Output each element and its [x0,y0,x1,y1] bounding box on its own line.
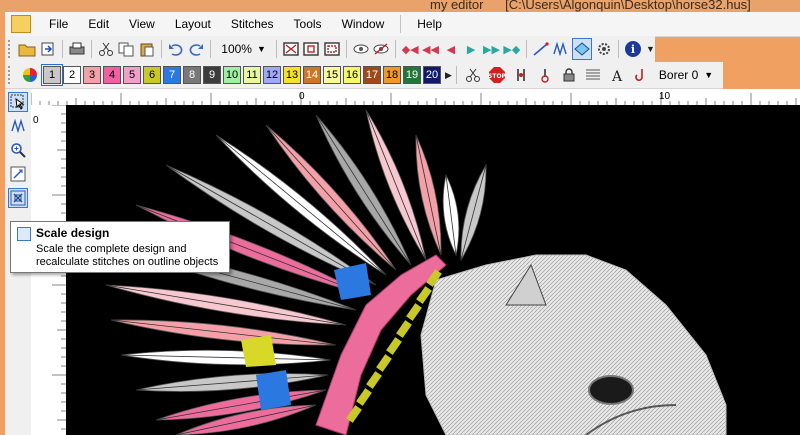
svg-text:STOP: STOP [488,73,506,80]
next-stitch-icon[interactable]: ▶ [462,38,480,60]
menu-tools[interactable]: Tools [284,12,332,36]
borer-dropdown[interactable]: Borer 0 ▼ [653,68,719,82]
color-swatch[interactable]: 4 [103,66,121,84]
prev-color-icon[interactable]: ◀◀ [421,38,439,60]
redo-icon[interactable] [187,38,205,60]
last-stitch-icon[interactable]: ▶◆ [503,38,521,60]
color-swatch[interactable]: 7 [163,66,181,84]
undo-icon[interactable] [167,38,185,60]
chevron-down-icon: ▼ [256,44,266,54]
color-swatch[interactable]: 18 [383,66,401,84]
svg-text:A: A [611,69,623,83]
color-swatch[interactable]: 14 [303,66,321,84]
color-palette: 1 2 3 4 5 6 7 8 9 10 11 12 13 14 15 16 17 18 19 20 [41,64,442,86]
app-icon[interactable] [11,15,31,33]
ruler-label: 0 [33,115,39,126]
menu-separator [400,15,402,33]
borer-value: Borer 0 [658,68,699,82]
color-swatch[interactable]: 16 [343,66,361,84]
toolbar-overflow-icon[interactable]: ▼ [646,44,655,54]
line-tool-icon[interactable] [532,38,550,60]
color-swatch[interactable]: 2 [63,66,81,84]
window-title-path: [C:\Users\Algonquin\Desktop\horse32.hus] [505,0,751,12]
ruler-label: 10 [659,91,671,102]
color-swatch[interactable]: 3 [83,66,101,84]
color-swatch[interactable]: 19 [403,66,421,84]
color-swatch[interactable]: 11 [243,66,261,84]
ruler-horizontal: 0 10 [31,89,800,106]
menu-stitches[interactable]: Stitches [221,12,284,36]
color-swatch[interactable]: 15 [323,66,341,84]
menu-file[interactable]: File [39,12,78,36]
toolbar-grip[interactable] [8,40,13,58]
scale-design-icon [17,227,31,241]
menu-window[interactable]: Window [332,12,395,36]
palette-overflow-icon[interactable]: ▶ [445,70,452,81]
chevron-down-icon: ▼ [704,70,714,80]
print-icon[interactable] [68,38,86,60]
prev-stitch-icon[interactable]: ◀ [442,38,460,60]
color-swatch[interactable]: 6 [143,66,161,84]
color-swatch[interactable]: 1 [41,64,63,86]
open-folder-icon[interactable] [18,38,36,60]
color-swatch[interactable]: 12 [263,66,281,84]
zoom-all-icon[interactable] [282,38,300,60]
color-swatch[interactable]: 8 [183,66,201,84]
show-icon[interactable] [352,38,370,60]
window-title: my editor [C:\Users\Algonquin\Desktop\ho… [430,0,769,12]
menu-view[interactable]: View [119,12,165,36]
hook-icon[interactable] [630,64,652,86]
window-titlebar: my editor [C:\Users\Algonquin\Desktop\ho… [0,0,800,12]
menu-edit[interactable]: Edit [78,12,119,36]
color-swatch[interactable]: 17 [363,66,381,84]
text-tool-icon[interactable]: A [606,64,628,86]
satin-icon[interactable] [582,64,604,86]
export-icon[interactable] [39,38,57,60]
zoom-hoop-icon[interactable] [322,38,340,60]
scale-design-icon[interactable] [8,188,28,208]
info-icon[interactable]: i [624,38,642,60]
scale-design-tooltip: Scale design Scale the complete design a… [10,221,230,273]
resize-tool-icon[interactable] [8,164,28,184]
stitch-edit-tool-icon[interactable] [8,116,28,136]
copy-icon[interactable] [117,38,135,60]
first-stitch-icon[interactable]: ◆◀ [401,38,419,60]
outline-view-icon[interactable] [572,38,593,60]
color-wheel-icon[interactable] [19,64,41,86]
color-swatch[interactable]: 10 [223,66,241,84]
next-color-icon[interactable]: ▶▶ [482,38,500,60]
zoom-tool-icon[interactable] [8,140,28,160]
tooltip-title: Scale design [36,226,110,240]
needle-tie-icon[interactable] [510,64,532,86]
menu-help[interactable]: Help [407,12,452,36]
hide-icon[interactable] [372,38,390,60]
paste-icon[interactable] [138,38,156,60]
color-swatch[interactable]: 9 [203,66,221,84]
svg-text:i: i [631,43,635,56]
cut-icon[interactable] [97,38,115,60]
main-toolbar: 100% ▼ ◆◀ ◀◀ ◀ ▶ ▶▶ ▶◆ i ▼ [5,36,655,63]
color-swatch[interactable]: 20 [423,66,441,84]
zoom-design-icon[interactable] [302,38,320,60]
lock-icon[interactable] [558,64,580,86]
scissors-icon[interactable] [462,64,484,86]
stitch-view-icon[interactable] [552,38,570,60]
ruler-label: 0 [299,91,305,102]
window-title-app: my editor [430,0,484,12]
color-toolbar: 1 2 3 4 5 6 7 8 9 10 11 12 13 14 15 16 17 18 19 20 ▶ STOP A… [5,62,723,89]
stop-icon[interactable]: STOP [486,64,508,86]
color-swatch[interactable]: 5 [123,66,141,84]
menu-layout[interactable]: Layout [165,12,221,36]
color-swatch[interactable]: 13 [283,66,301,84]
trim-icon[interactable] [534,64,556,86]
menubar: File Edit View Layout Stitches Tools Win… [5,12,800,37]
tooltip-description: Scale the complete design and recalculat… [36,243,219,268]
zoom-value: 100% [221,42,252,56]
settings-icon[interactable] [594,38,612,60]
select-tool-icon[interactable] [8,92,28,112]
zoom-dropdown[interactable]: 100% ▼ [217,39,270,59]
toolbar-grip[interactable] [8,66,14,84]
